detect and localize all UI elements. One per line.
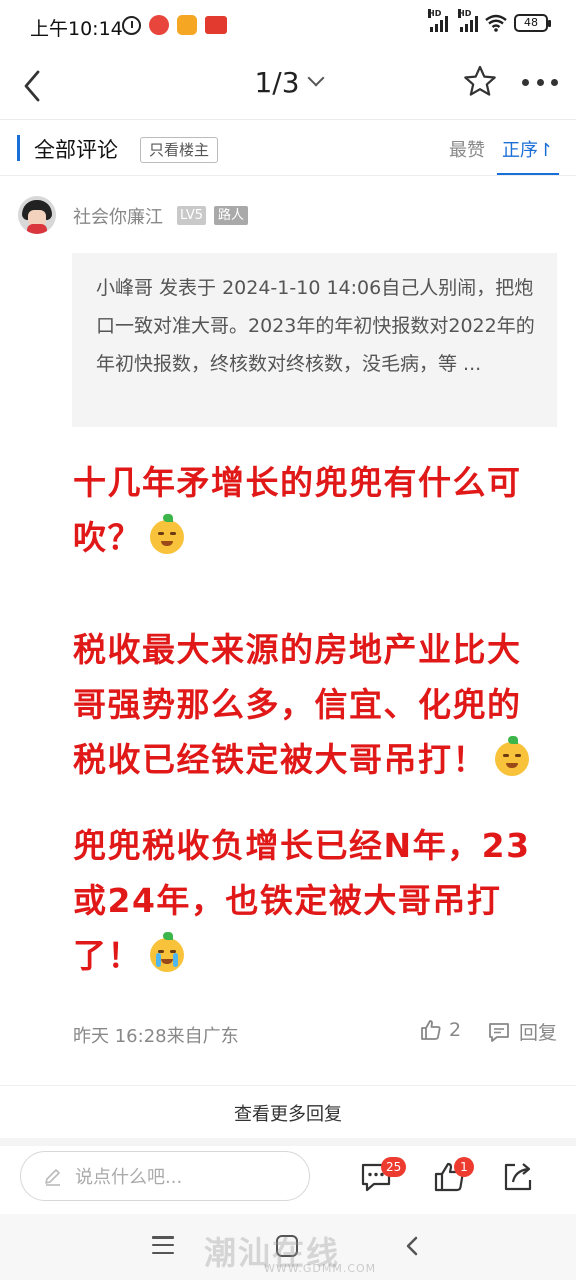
comment-timestamp: 昨天 16:28来自广东 (73, 1026, 239, 1047)
crying-emoji-icon (150, 932, 184, 972)
comment-username[interactable]: 社会你廉江 (73, 203, 163, 229)
reply-bubble-icon (489, 1022, 509, 1042)
sort-ascending-label: 正序 (502, 140, 538, 161)
signal-icon: HD (458, 9, 478, 32)
only-author-button[interactable]: 只看楼主 (140, 137, 219, 163)
app-notification-icon (149, 15, 169, 35)
user-level-badge: LV5 (177, 206, 206, 225)
notification-icons (122, 15, 227, 35)
yawn-emoji-icon (150, 514, 184, 554)
comments-header: 全部评论 只看楼主 最赞 正序↾ (0, 120, 576, 176)
system-status-icons: HD HD 48 (428, 9, 551, 32)
favorite-star-icon[interactable] (460, 62, 500, 102)
all-comments-title: 全部评论 (34, 138, 118, 162)
avatar[interactable] (18, 196, 56, 234)
status-time: 上午10:14 (30, 18, 123, 40)
like-button[interactable]: 2 (419, 1018, 461, 1042)
angry-emoji-icon (495, 736, 529, 776)
sort-ascending-tab[interactable]: 正序↾ (502, 136, 553, 162)
divider (0, 1085, 576, 1086)
wifi-icon (485, 14, 507, 32)
site-watermark-url: WWW.GDMM.COM (264, 1262, 377, 1275)
user-role-badge: 路人 (214, 206, 249, 225)
more-options-icon[interactable] (520, 62, 560, 102)
comment-paragraph: 兜兜税收负增长已经N年，23或24年，也铁定被大哥吊打了！ (73, 826, 531, 975)
like-count: 2 (449, 1019, 462, 1041)
comment-paragraph: 税收最大来源的房地产业比大哥强势那么多，信宜、化兜的税收已经铁定被大哥吊打！ (73, 622, 551, 787)
comments-count-badge: 25 (381, 1157, 407, 1177)
reply-label: 回复 (519, 1022, 558, 1044)
alarm-icon (122, 15, 141, 35)
thumbs-up-icon (421, 1020, 441, 1040)
sort-arrow-icon: ↾ (538, 140, 554, 161)
page-indicator-text: 1/3 (254, 66, 300, 99)
app-notification-icon (177, 15, 197, 35)
signal-icon: HD (428, 9, 448, 32)
recent-apps-icon[interactable] (152, 1236, 174, 1254)
sort-by-likes-tab[interactable]: 最赞 (449, 136, 485, 162)
reply-button[interactable]: 回复 (487, 1018, 557, 1045)
status-bar: 上午10:14 HD HD 48 (0, 0, 576, 52)
comment-input-placeholder: 说点什么吧... (75, 1167, 183, 1188)
top-nav-bar: 1/3 (0, 52, 576, 120)
system-back-icon[interactable] (402, 1236, 422, 1256)
likes-count-badge: 1 (454, 1157, 474, 1177)
battery-indicator: 48 (514, 14, 551, 32)
share-icon[interactable] (500, 1159, 536, 1195)
pencil-icon (45, 1169, 60, 1186)
comment-input[interactable]: 说点什么吧... (20, 1151, 310, 1201)
section-accent-bar (17, 135, 20, 161)
chevron-down-icon (307, 69, 325, 87)
bottom-action-bar: 说点什么吧... (0, 1146, 576, 1214)
view-more-replies-link[interactable]: 查看更多回复 (0, 1100, 576, 1126)
section-spacer (0, 1138, 576, 1146)
divider (0, 175, 576, 176)
quoted-post-text: 小峰哥 发表于 2024-1-10 14:06自己人别闹，把炮口一致对准大哥。2… (96, 277, 535, 375)
news-app-icon (205, 16, 227, 34)
comment-paragraph: 十几年矛增长的兜兜有什么可吹？ (73, 463, 522, 557)
quoted-post[interactable]: 小峰哥 发表于 2024-1-10 14:06自己人别闹，把炮口一致对准大哥。2… (72, 253, 557, 427)
